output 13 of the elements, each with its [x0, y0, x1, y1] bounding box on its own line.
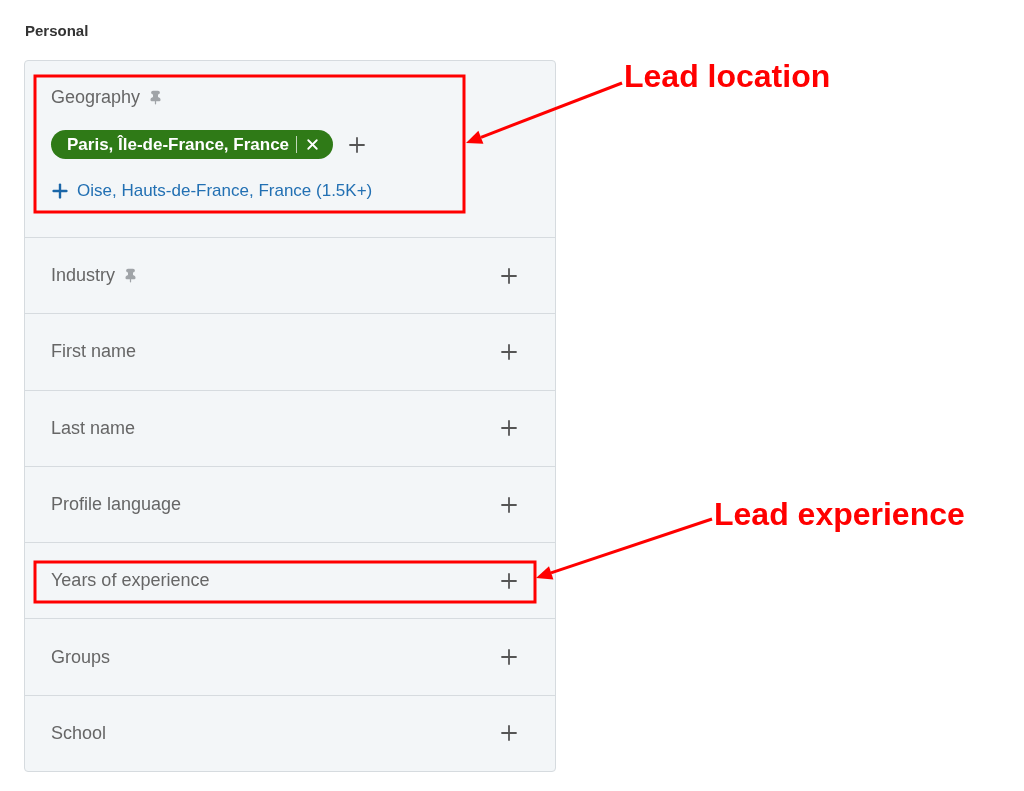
filter-label: Years of experience: [51, 569, 210, 593]
filter-label: Industry: [51, 264, 116, 288]
annotation-label: Lead location: [624, 57, 831, 96]
filter-label: Groups: [51, 645, 111, 669]
filter-label: Last name: [51, 416, 136, 440]
annotation-label: Lead experience: [714, 495, 965, 534]
chip-label: Paris, Île-de-France, France: [67, 133, 290, 156]
filter-label: Profile language: [51, 493, 182, 517]
section-title: Personal: [25, 21, 90, 41]
filter-label: First name: [51, 340, 137, 364]
filter-label: Geography: [51, 85, 141, 109]
suggestion-link[interactable]: Oise, Hauts-de-France, France (1.5K+): [49, 178, 373, 204]
filter-label: School: [51, 721, 107, 745]
